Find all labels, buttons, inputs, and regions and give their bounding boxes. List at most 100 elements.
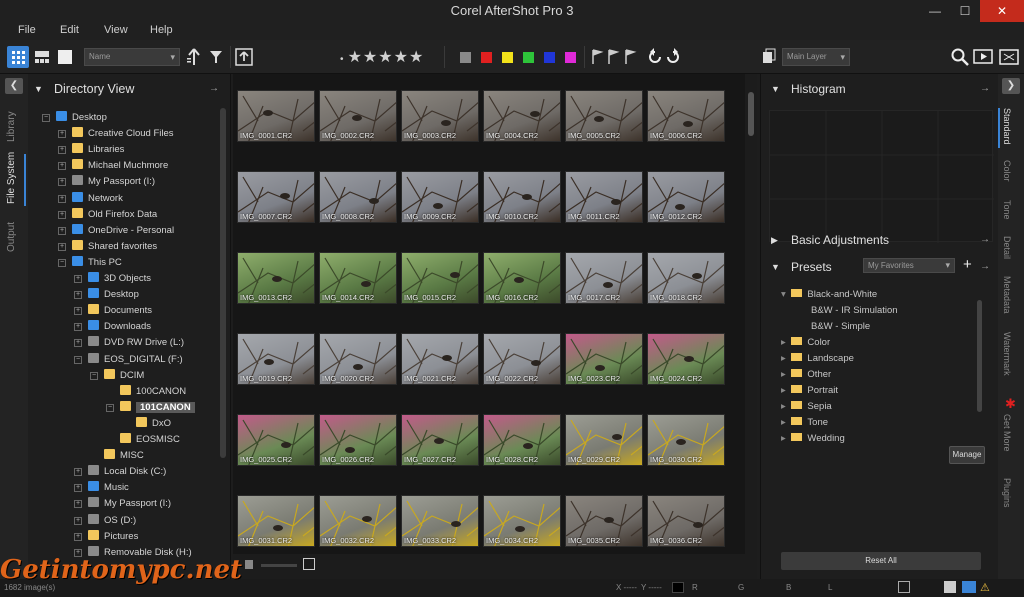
tab-standard[interactable]: Standard bbox=[1002, 108, 1012, 145]
thumbnail[interactable]: IMG_0006.CR2 bbox=[647, 90, 725, 142]
expand-triangle-icon[interactable]: ▸ bbox=[781, 401, 788, 412]
thumbnail[interactable]: IMG_0017.CR2 bbox=[565, 252, 643, 304]
thumbnail[interactable]: IMG_0010.CR2 bbox=[483, 171, 561, 223]
grid-view-button[interactable] bbox=[7, 46, 29, 68]
expand-toggle-icon[interactable]: + bbox=[74, 484, 82, 493]
star-icon[interactable]: ★ bbox=[363, 49, 377, 66]
expand-toggle-icon[interactable]: + bbox=[74, 468, 82, 477]
thumbnail[interactable]: IMG_0036.CR2 bbox=[647, 495, 725, 547]
star-icon[interactable]: ★ bbox=[378, 49, 392, 66]
thumbnail[interactable]: IMG_0020.CR2 bbox=[319, 333, 397, 385]
preset-item[interactable]: B&W - IR Simulation bbox=[811, 305, 898, 316]
thumbnail[interactable]: IMG_0002.CR2 bbox=[319, 90, 397, 142]
expand-toggle-icon[interactable]: + bbox=[74, 339, 82, 348]
expand-triangle-icon[interactable]: ▸ bbox=[781, 385, 788, 396]
tab-plugins[interactable]: Plugins bbox=[1002, 478, 1012, 508]
fit-icon[interactable] bbox=[303, 558, 315, 570]
save-icon[interactable] bbox=[944, 581, 956, 593]
tree-item[interactable]: This PC bbox=[72, 255, 122, 271]
expand-toggle-icon[interactable]: + bbox=[58, 130, 66, 139]
thumbnail[interactable]: IMG_0029.CR2 bbox=[565, 414, 643, 466]
preset-item[interactable]: ▸ Other bbox=[781, 369, 831, 380]
zoom-button[interactable] bbox=[950, 46, 970, 68]
tree-item[interactable]: Shared favorites bbox=[72, 239, 157, 255]
color-label-6[interactable] bbox=[565, 52, 576, 63]
preset-item[interactable]: ▸ Wedding bbox=[781, 433, 845, 444]
thumbnail[interactable]: IMG_0013.CR2 bbox=[237, 252, 315, 304]
warning-icon[interactable]: ⚠ bbox=[980, 581, 990, 594]
tab-detail[interactable]: Detail bbox=[1002, 236, 1012, 259]
pause-icon[interactable] bbox=[245, 560, 253, 569]
thumbnail[interactable]: IMG_0008.CR2 bbox=[319, 171, 397, 223]
tab-file-system[interactable]: File System bbox=[6, 152, 17, 204]
tab-library[interactable]: Library bbox=[6, 111, 17, 142]
menu-help[interactable]: Help bbox=[150, 24, 173, 36]
color-label-5[interactable] bbox=[544, 52, 555, 63]
expand-toggle-icon[interactable]: − bbox=[42, 114, 50, 122]
grid-scrollbar[interactable] bbox=[748, 92, 754, 136]
thumbnail[interactable]: IMG_0001.CR2 bbox=[237, 90, 315, 142]
filter-button[interactable] bbox=[208, 46, 224, 68]
color-label-2[interactable] bbox=[481, 52, 492, 63]
color-label-3[interactable] bbox=[502, 52, 513, 63]
preset-item[interactable]: ▸ Color bbox=[781, 337, 830, 348]
tree-item[interactable]: Desktop bbox=[88, 287, 139, 303]
thumbnail[interactable]: IMG_0032.CR2 bbox=[319, 495, 397, 547]
expand-triangle-icon[interactable]: ▸ bbox=[781, 353, 788, 364]
expand-toggle-icon[interactable]: + bbox=[74, 500, 82, 509]
tree-item[interactable]: Desktop bbox=[56, 110, 107, 126]
manage-button[interactable]: Manage bbox=[949, 446, 985, 464]
thumbnail-size-slider[interactable] bbox=[261, 564, 297, 567]
thumbnail[interactable]: IMG_0034.CR2 bbox=[483, 495, 561, 547]
layers-button[interactable] bbox=[760, 46, 778, 68]
tree-item[interactable]: Michael Muchmore bbox=[72, 158, 168, 174]
expand-toggle-icon[interactable]: + bbox=[74, 307, 82, 316]
export-button[interactable] bbox=[234, 46, 254, 68]
collapse-right-button[interactable]: ❯ bbox=[1002, 78, 1020, 94]
preset-item[interactable]: ▸ Sepia bbox=[781, 401, 832, 412]
menu-file[interactable]: File bbox=[18, 24, 36, 36]
tree-item[interactable]: Network bbox=[72, 191, 123, 207]
rating-stars[interactable]: • ★★★★★ bbox=[340, 47, 424, 69]
tab-metadata[interactable]: Metadata bbox=[1002, 276, 1012, 314]
fullscreen-button[interactable] bbox=[998, 46, 1020, 68]
collapse-triangle-icon[interactable]: ▼ bbox=[34, 74, 43, 104]
layer-dropdown[interactable]: Main Layer bbox=[782, 48, 850, 66]
lock-icon[interactable] bbox=[962, 581, 976, 593]
minimize-button[interactable]: — bbox=[920, 0, 950, 22]
collapse-triangle-icon[interactable]: ▾ bbox=[781, 289, 788, 300]
slideshow-button[interactable] bbox=[972, 46, 994, 68]
tab-tone[interactable]: Tone bbox=[1002, 200, 1012, 220]
expand-triangle-icon[interactable]: ▸ bbox=[781, 369, 788, 380]
tree-item[interactable]: 100CANON bbox=[120, 384, 186, 400]
maximize-button[interactable]: ☐ bbox=[950, 0, 980, 22]
rotate-left-button[interactable] bbox=[646, 46, 664, 68]
preset-item[interactable]: B&W - Simple bbox=[811, 321, 870, 332]
expand-toggle-icon[interactable]: + bbox=[74, 275, 82, 283]
expand-toggle-icon[interactable]: + bbox=[74, 291, 82, 300]
tab-output[interactable]: Output bbox=[6, 222, 17, 252]
expand-triangle-icon[interactable]: ▸ bbox=[781, 417, 788, 428]
thumbnail[interactable]: IMG_0035.CR2 bbox=[565, 495, 643, 547]
thumbnail[interactable]: IMG_0012.CR2 bbox=[647, 171, 725, 223]
expand-toggle-icon[interactable]: + bbox=[58, 210, 66, 219]
thumbnail[interactable]: IMG_0023.CR2 bbox=[565, 333, 643, 385]
thumbnail[interactable]: IMG_0025.CR2 bbox=[237, 414, 315, 466]
tree-item[interactable]: OS (D:) bbox=[88, 513, 136, 529]
color-label-1[interactable] bbox=[460, 52, 471, 63]
thumbnail[interactable]: IMG_0033.CR2 bbox=[401, 495, 479, 547]
tree-item[interactable]: Libraries bbox=[72, 142, 124, 158]
pin-icon[interactable]: → bbox=[209, 74, 219, 104]
thumbnail[interactable]: IMG_0031.CR2 bbox=[237, 495, 315, 547]
collapse-triangle-icon[interactable]: ▼ bbox=[771, 262, 780, 272]
expand-toggle-icon[interactable]: + bbox=[74, 323, 82, 332]
expand-triangle-icon[interactable]: ▸ bbox=[781, 337, 788, 348]
preset-item[interactable]: ▸ Tone bbox=[781, 417, 828, 428]
rotate-right-button[interactable] bbox=[664, 46, 682, 68]
collapse-left-button[interactable]: ❮ bbox=[5, 78, 23, 94]
tree-item[interactable]: My Passport (I:) bbox=[88, 496, 171, 512]
tree-item[interactable]: Local Disk (C:) bbox=[88, 464, 166, 480]
tree-item[interactable]: Documents bbox=[88, 303, 152, 319]
color-label-4[interactable] bbox=[523, 52, 534, 63]
tree-item[interactable]: EOS_DIGITAL (F:) bbox=[88, 352, 183, 368]
